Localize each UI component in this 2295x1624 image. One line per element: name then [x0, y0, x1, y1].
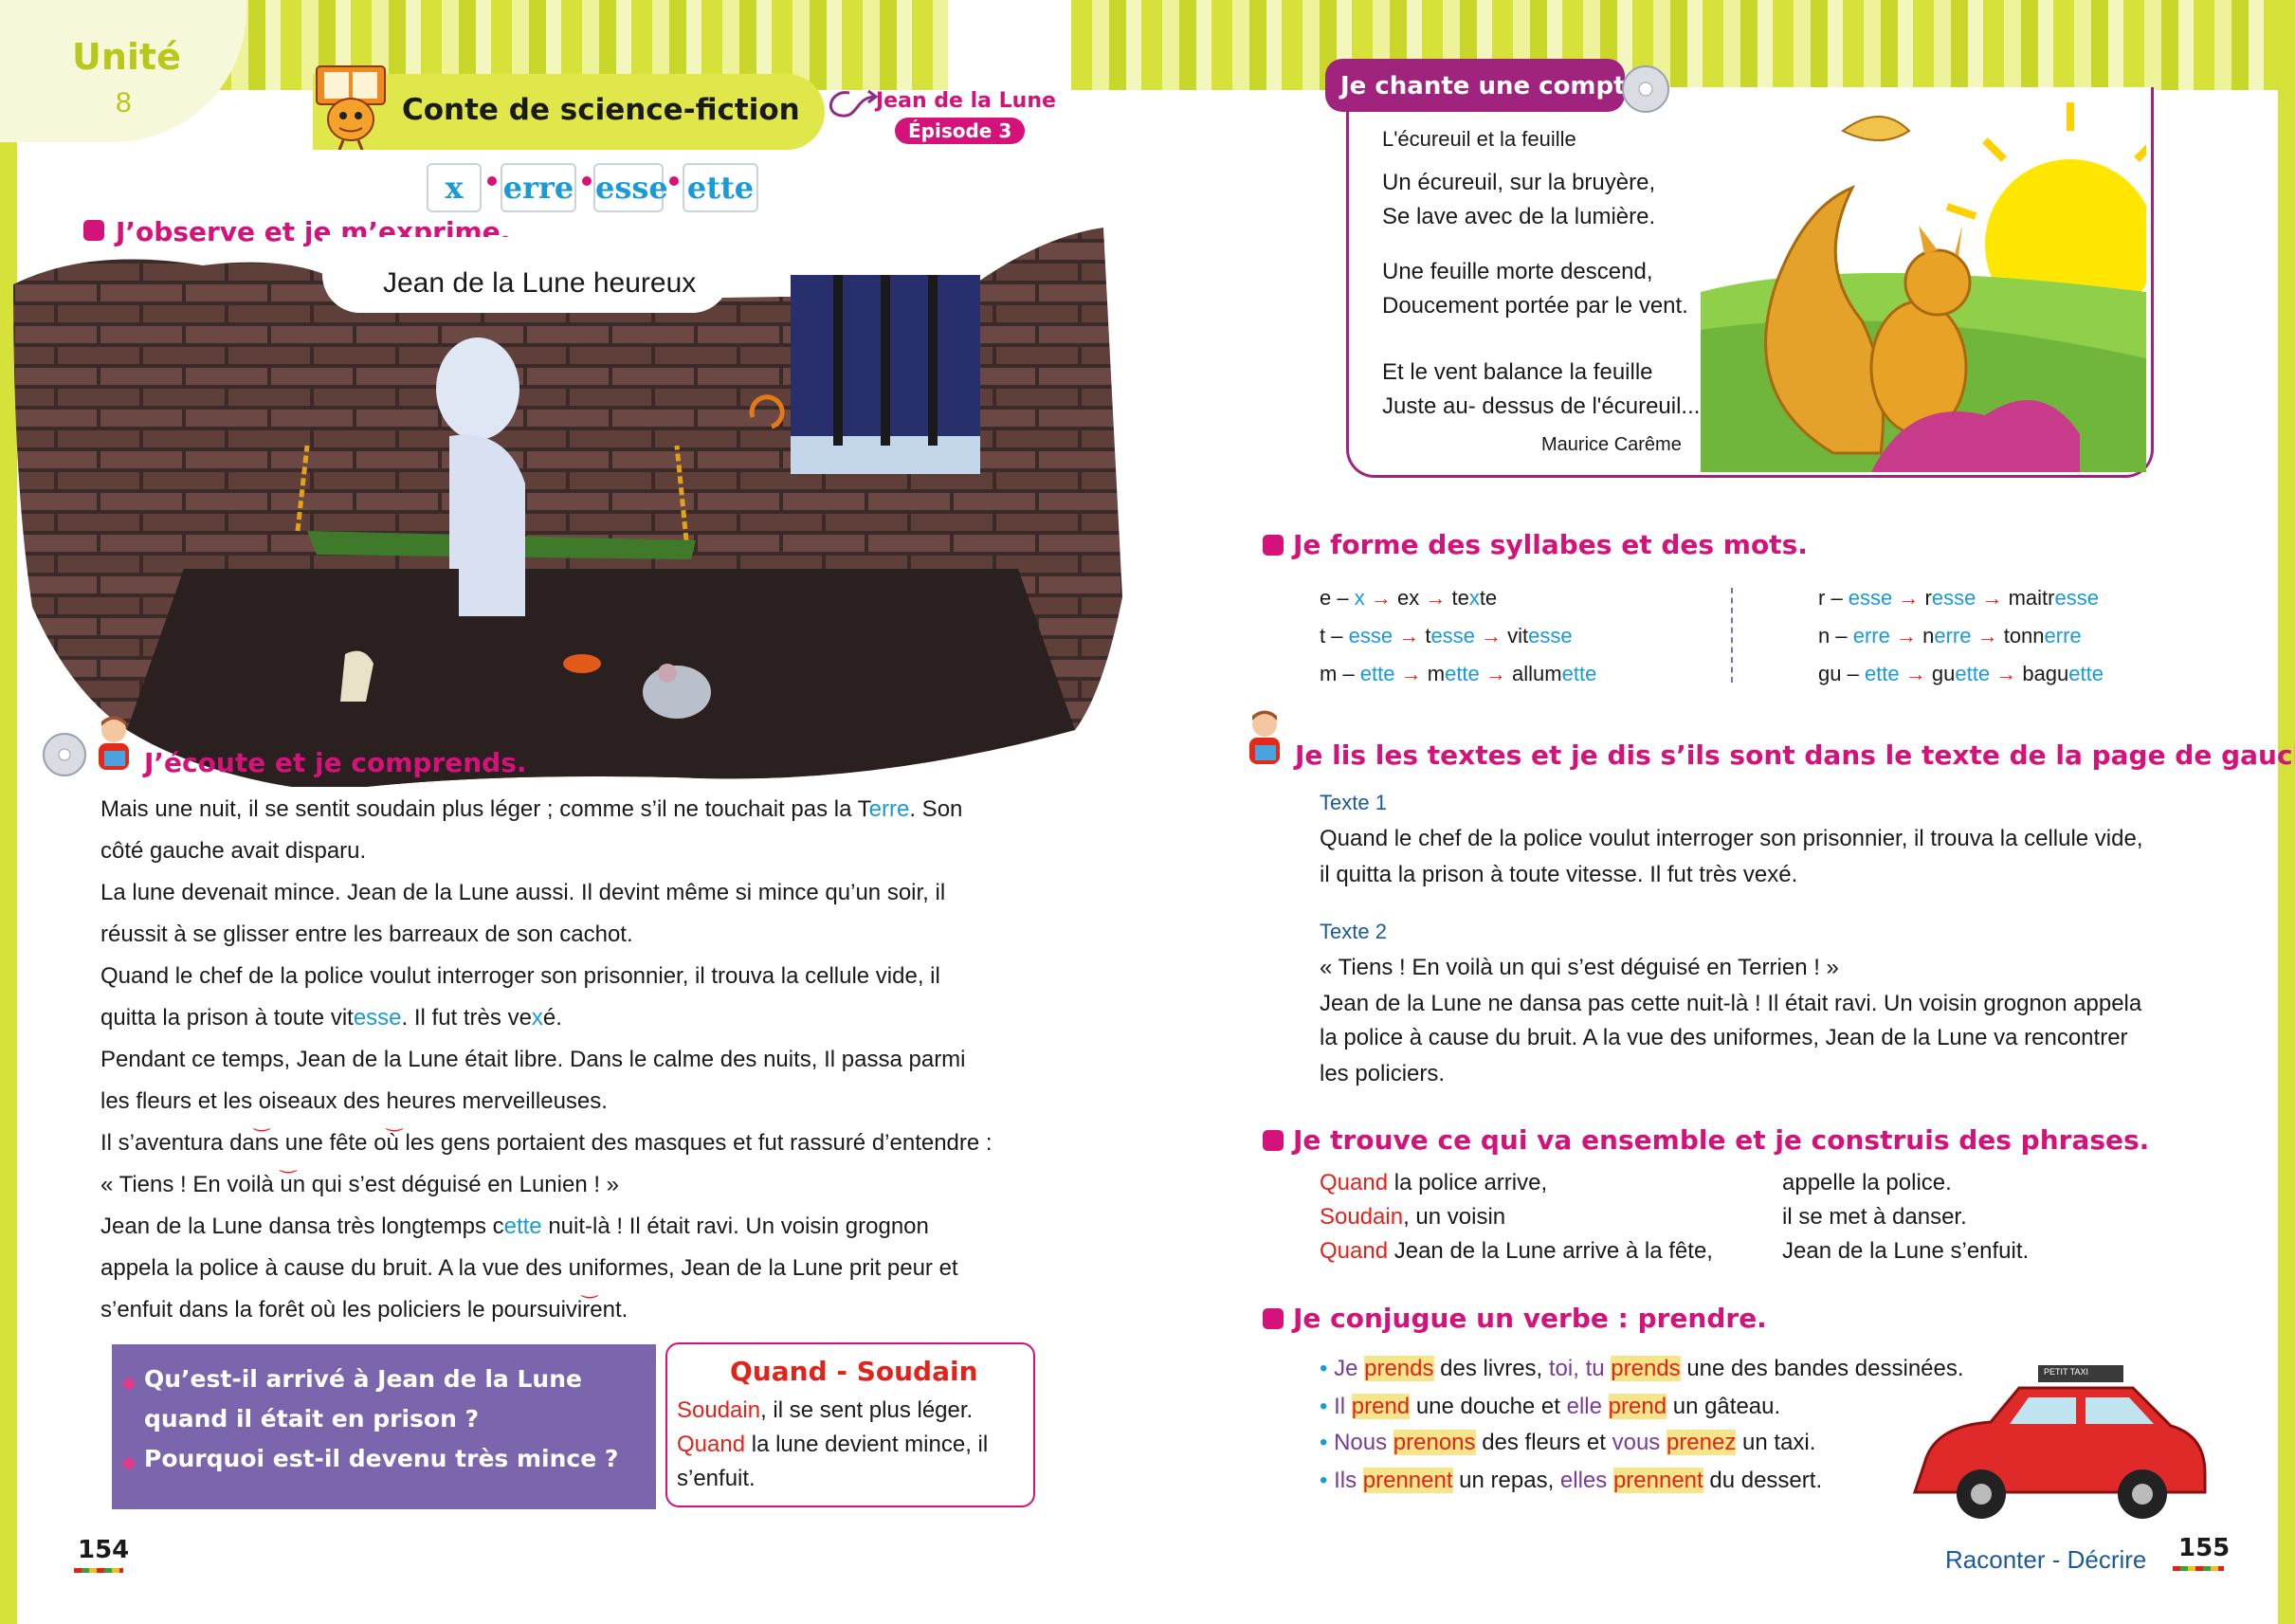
footer-label: Raconter - Décrire — [1945, 1545, 2147, 1574]
boy-reading-icon — [1238, 707, 1291, 775]
genre-title: Conte de science-fiction — [402, 93, 800, 127]
texte1-label: Texte 1 — [1320, 791, 1387, 814]
match-right-item: appelle la police. — [1782, 1170, 1952, 1195]
syllable-row: r – esse → resse → maitresse — [1818, 586, 2099, 610]
question-line: Pourquoi est-il devenu très mince ? — [144, 1445, 619, 1472]
story-line: s’enfuit dans la forêt où les policiers … — [100, 1297, 628, 1323]
episode-badge: Épisode 3 — [895, 118, 1026, 144]
conjugation-line: • Nous prenons des fleurs et vous prenez… — [1320, 1430, 1816, 1455]
story-line: Pendant ce temps, Jean de la Lune était … — [100, 1047, 966, 1072]
match-title: Je trouve ce qui va ensemble et je const… — [1293, 1124, 2150, 1156]
tile-separator — [669, 176, 679, 186]
syllable-row: gu – ette → guette → baguette — [1818, 662, 2104, 685]
match-right-item: Jean de la Lune s’enfuit. — [1782, 1238, 2030, 1264]
story-line: les fleurs et les oiseaux des heures mer… — [100, 1088, 608, 1114]
quand-soudain-line: Quand la lune devient mince, il — [677, 1432, 989, 1457]
liaison-mark: ‿ — [254, 1111, 270, 1132]
taxi-sign: PETIT TAXI — [2044, 1367, 2089, 1377]
conjugation-line: • Il prend une douche et elle prend un g… — [1320, 1394, 1781, 1419]
question-bullet: ◆ — [121, 1452, 137, 1473]
quand-soudain-title: Quand - Soudain — [730, 1356, 978, 1387]
poem-line: Un écureuil, sur la bruyère, — [1382, 170, 1656, 195]
texte1-line: il quitta la prison à toute vitesse. Il … — [1320, 862, 1798, 887]
texte2-line: « Tiens ! En voilà un qui s’est déguisé … — [1320, 955, 1839, 980]
quand-soudain-line: Soudain, il se sent plus léger. — [677, 1397, 974, 1423]
quand-soudain-line: s’enfuit. — [677, 1466, 756, 1491]
question-bullet: ◆ — [121, 1373, 137, 1394]
story-line: appela la police à cause du bruit. A la … — [100, 1255, 958, 1281]
squirrel-illustration — [1701, 74, 2158, 472]
poem-author: Maurice Carême — [1541, 434, 1682, 455]
syllable-row: e – x → ex → texte — [1320, 586, 1498, 610]
poem-line: Une feuille morte descend, — [1382, 259, 1653, 284]
section-bullet — [1263, 535, 1284, 556]
conjugation-line: • Ils prennent un repas, elles prennent … — [1320, 1468, 1823, 1493]
read-texts-title: Je lis les textes et je dis s’ils sont d… — [1295, 739, 2295, 771]
story-line: réussit à se glisser entre les barreaux … — [100, 921, 633, 947]
syllables-title: Je forme des syllabes et des mots. — [1293, 529, 1808, 560]
liaison-mark: ‿ — [582, 1278, 598, 1299]
page-number-underline — [74, 1568, 123, 1573]
unit-label: Unité — [72, 36, 181, 78]
conjugate-title: Je conjugue un verbe : prendre. — [1293, 1303, 1767, 1334]
tile-separator — [582, 176, 592, 186]
cd-icon — [42, 732, 87, 782]
syllable-divider — [1731, 588, 1733, 683]
cd-icon — [1621, 64, 1670, 119]
conjugation-line: • Je prends des livres, toi, tu prends u… — [1320, 1356, 1964, 1381]
story-line: « Tiens ! En voilà un qui s’est déguisé … — [100, 1172, 620, 1197]
question-line: Qu’est-il arrivé à Jean de la Lune — [144, 1365, 582, 1393]
story-line: côté gauche avait disparu. — [100, 838, 367, 864]
liaison-mark: ‿ — [387, 1111, 403, 1132]
section-bullet — [1263, 1308, 1284, 1329]
page-number-underline — [2173, 1566, 2224, 1571]
tile-separator — [487, 176, 497, 186]
question-line: quand il était en prison ? — [144, 1405, 480, 1432]
story-line: Mais une nuit, il se sentit soudain plus… — [100, 796, 963, 822]
story-line: Quand le chef de la police voulut interr… — [100, 963, 940, 989]
texte2-label: Texte 2 — [1320, 920, 1387, 943]
page-number-right: 155 — [2178, 1534, 2231, 1562]
story-line: Jean de la Lune dansa très longtemps cet… — [100, 1213, 929, 1239]
match-left-item: Quand la police arrive, — [1320, 1170, 1548, 1195]
unit-number: 8 — [116, 87, 132, 119]
syllable-row: t – esse → tesse → vitesse — [1320, 624, 1573, 648]
story-line: La lune devenait mince. Jean de la Lune … — [100, 880, 946, 905]
texte1-line: Quand le chef de la police voulut interr… — [1320, 826, 2143, 851]
comptine-title: Je chante une comptine — [1340, 72, 1668, 100]
arrow-swirl-icon — [821, 85, 879, 128]
syllable-row: m – ette → mette → allumette — [1320, 662, 1597, 685]
listen-title: J’écoute et je comprends. — [144, 747, 527, 778]
texte2-line: la police à cause du bruit. A la vue des… — [1320, 1025, 2128, 1050]
page-number-left: 154 — [78, 1536, 130, 1564]
taxi-icon — [1905, 1359, 2209, 1530]
poem-line: Doucement portée par le vent. — [1382, 293, 1688, 319]
right-stripe — [2278, 0, 2295, 1624]
book-mascot-icon — [311, 59, 392, 151]
texte2-line: Jean de la Lune ne dansa pas cette nuit-… — [1320, 991, 2142, 1016]
poem-title: L'écureuil et la feuille — [1382, 127, 1576, 151]
story-line: Il s’aventura dans une fête où les gens … — [100, 1130, 993, 1156]
boy-reading-icon — [87, 713, 140, 780]
match-left-item: Quand Jean de la Lune arrive à la fête, — [1320, 1238, 1713, 1264]
story-title: Jean de la Lune — [876, 89, 1056, 113]
picture-caption: Jean de la Lune heureux — [383, 267, 697, 299]
syllable-row: n – erre → nerre → tonnerre — [1818, 624, 2082, 648]
match-left-item: Soudain, un voisin — [1320, 1204, 1506, 1230]
liaison-mark: ‿ — [281, 1153, 297, 1174]
poem-line: Juste au- dessus de l'écureuil... — [1382, 393, 1701, 419]
story-line: quitta la prison à toute vitesse. Il fut… — [100, 1005, 562, 1031]
section-bullet — [1263, 1130, 1284, 1151]
match-right-item: il se met à danser. — [1782, 1204, 1967, 1230]
poem-line: Et le vent balance la feuille — [1382, 359, 1653, 385]
poem-line: Se lave avec de la lumière. — [1382, 204, 1656, 229]
texte2-line: les policiers. — [1320, 1061, 1446, 1086]
